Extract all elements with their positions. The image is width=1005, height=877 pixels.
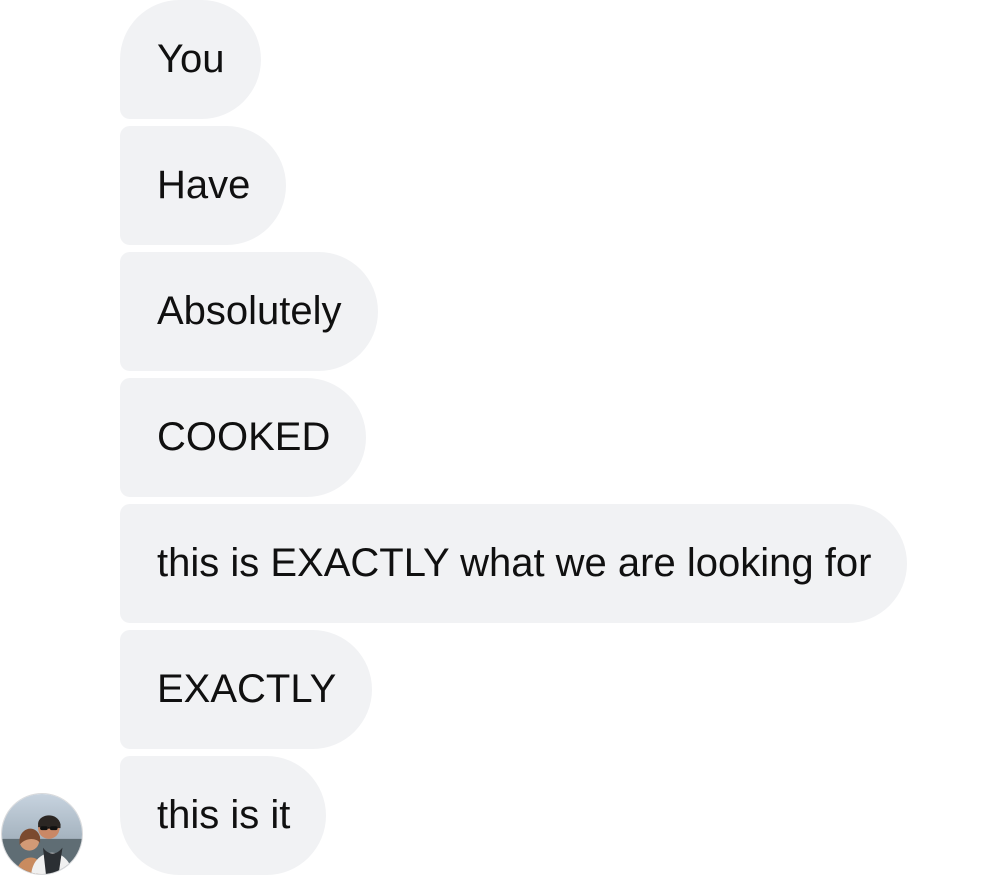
message-text: You: [157, 37, 225, 81]
message-text: Absolutely: [157, 289, 342, 333]
message-text: EXACTLY: [157, 667, 337, 711]
user-photo-avatar-icon[interactable]: [1, 793, 83, 875]
message-thread: You Have Absolutely COOKED this is EXACT…: [0, 0, 1005, 877]
message-text: COOKED: [157, 415, 331, 459]
message-bubble[interactable]: this is EXACTLY what we are looking for: [120, 504, 908, 623]
message-bubble[interactable]: this is it: [120, 756, 327, 875]
message-bubble[interactable]: You: [120, 0, 261, 119]
message-bubble[interactable]: Have: [120, 126, 287, 245]
message-text: this is it: [157, 793, 291, 837]
message-text: Have: [157, 163, 251, 207]
message-bubble[interactable]: Absolutely: [120, 252, 378, 371]
message-bubble[interactable]: EXACTLY: [120, 630, 373, 749]
message-bubble[interactable]: COOKED: [120, 378, 367, 497]
message-text: this is EXACTLY what we are looking for: [157, 541, 872, 585]
